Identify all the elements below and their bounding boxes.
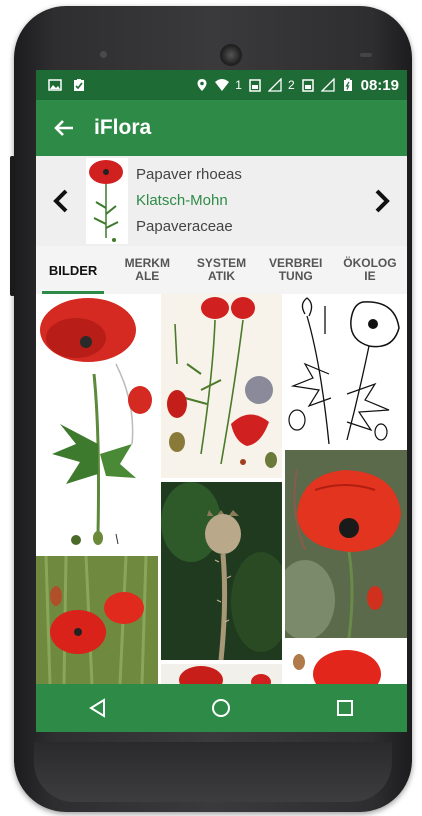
red-poppy-flower-photo[interactable]: [285, 450, 407, 638]
tab-merkmale[interactable]: MERKM ALE: [110, 246, 184, 294]
poppy-botanical-illustration[interactable]: [36, 294, 158, 552]
species-thumbnail[interactable]: [86, 158, 128, 244]
location-icon: [197, 79, 207, 91]
family-name: Papaveraceae: [136, 218, 233, 235]
home-circle-icon: [212, 699, 231, 717]
clipboard-check-icon: [74, 79, 84, 91]
previous-species-button[interactable]: [46, 184, 76, 218]
sim2-label: 2: [287, 78, 295, 92]
nav-back-button[interactable]: [68, 688, 128, 728]
chevron-left-icon: [53, 189, 68, 213]
wifi-icon: [215, 79, 230, 91]
phone-chin: [34, 742, 392, 802]
poppy-flower-partial-right[interactable]: [285, 642, 407, 684]
poppy-flower-partial[interactable]: [161, 664, 282, 684]
battery-icon: [343, 78, 352, 91]
back-button[interactable]: [44, 100, 84, 156]
clock: 08:19: [360, 76, 399, 94]
tab-bilder[interactable]: BILDER: [36, 246, 110, 294]
signal-icon: [267, 78, 282, 92]
tab-oekologie-label: ÖKOLOG IE: [343, 256, 397, 283]
recents-square-icon: [337, 700, 354, 716]
chevron-right-icon: [375, 189, 390, 213]
species-names: Papaver rhoeas Klatsch-Mohn Papaveraceae: [136, 162, 242, 240]
species-header: Papaver rhoeas Klatsch-Mohn Papaveraceae: [36, 156, 407, 246]
system-nav-bar: [36, 684, 407, 732]
proximity-sensor: [100, 51, 107, 58]
nav-recents-button[interactable]: [315, 688, 375, 728]
tab-bilder-label: BILDER: [48, 262, 98, 278]
nav-home-button[interactable]: [191, 688, 251, 728]
tab-verbreitung-label: VERBREI TUNG: [269, 256, 323, 283]
app-title: iFlora: [94, 116, 152, 139]
signal-icon-2: [320, 78, 335, 92]
tab-verbreitung[interactable]: VERBREI TUNG: [259, 246, 333, 294]
arrow-left-icon: [54, 120, 73, 136]
image-icon: [48, 79, 62, 91]
tab-oekologie[interactable]: ÖKOLOG IE: [333, 246, 407, 294]
poppies-in-grass-photo[interactable]: [36, 556, 158, 684]
poppy-line-drawing[interactable]: [285, 294, 407, 446]
poppy-seed-capsule-photo[interactable]: [161, 482, 282, 660]
front-camera: [220, 44, 242, 66]
tab-systematik-label: SYSTEM ATIK: [196, 256, 247, 283]
image-gallery: [36, 294, 407, 684]
sim-battery-icon: [249, 79, 261, 92]
next-species-button[interactable]: [367, 184, 397, 218]
app-bar: iFlora: [36, 100, 407, 156]
speaker-grille: [360, 53, 372, 57]
sim1-label: 1: [235, 78, 242, 92]
sim-battery-icon-2: [301, 79, 314, 92]
latin-name: Papaver rhoeas: [136, 166, 242, 183]
common-name: Klatsch-Mohn: [136, 192, 228, 209]
status-bar: 1 2 08:19: [36, 70, 407, 100]
back-triangle-icon: [88, 698, 105, 718]
side-button: [10, 156, 15, 296]
tab-bar: BILDER MERKM ALE SYSTEM ATIK VERBREI TUN…: [36, 246, 407, 294]
tab-merkmale-label: MERKM ALE: [124, 256, 170, 283]
tab-systematik[interactable]: SYSTEM ATIK: [184, 246, 258, 294]
poppy-botanical-plate[interactable]: [161, 294, 282, 478]
screen: 1 2 08:19 iFlora Papaver rhoeas Klatsch-…: [36, 70, 407, 732]
